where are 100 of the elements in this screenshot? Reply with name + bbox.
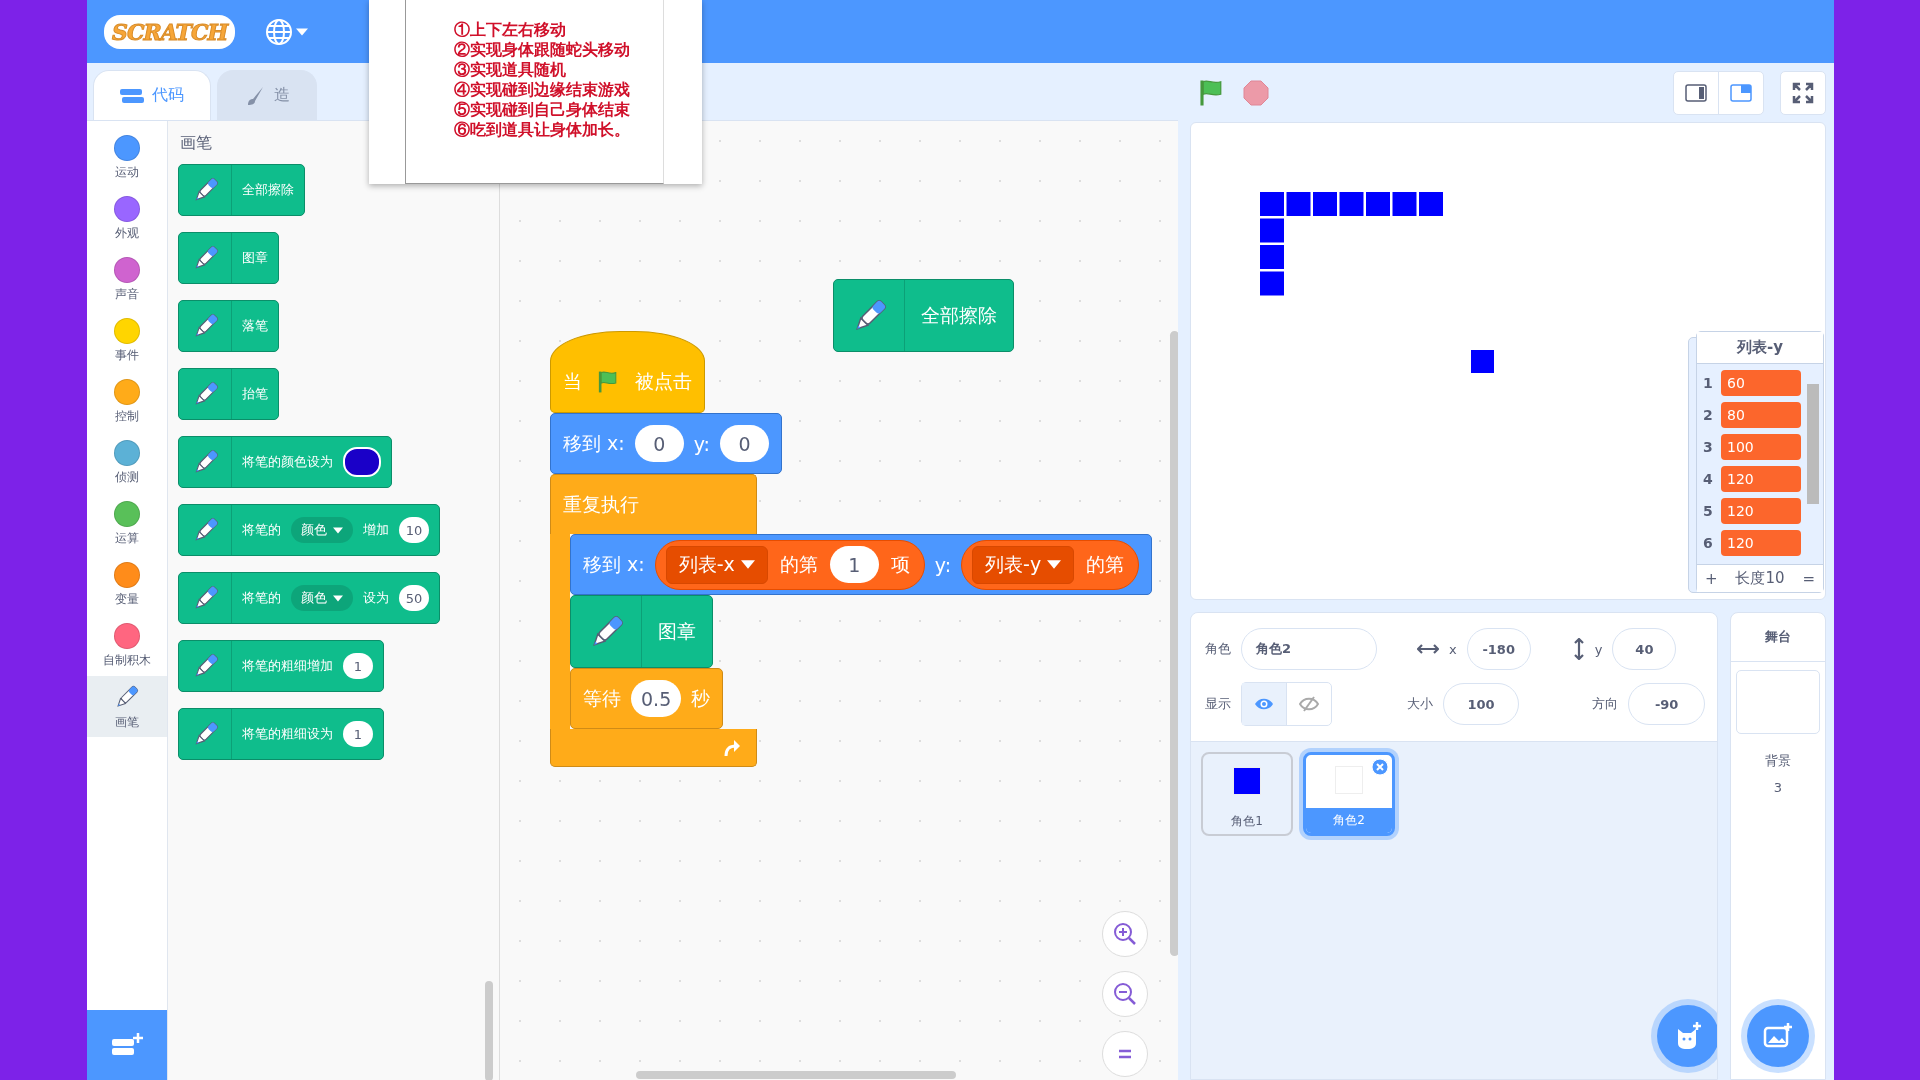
add-item-button[interactable]: + [1705,569,1718,588]
block-text: 将笔的颜色设为 [242,453,333,471]
block-text: y: [934,553,952,576]
scrollbar[interactable] [636,1071,956,1079]
number-input[interactable]: 50 [399,585,429,611]
dropdown[interactable]: 列表-y [972,545,1075,584]
block-text: 移到 x: [583,551,645,577]
category-item[interactable]: 运动 [87,127,167,188]
number-input[interactable]: 0 [634,425,684,462]
wait-block[interactable]: 等待 0.5 秒 [570,668,724,729]
category-item[interactable]: 自制积木 [87,615,167,676]
fullscreen-icon [1792,81,1814,104]
category-item[interactable]: 运算 [87,493,167,554]
number-input[interactable]: 1 [343,721,373,747]
caret-icon [333,526,343,534]
list-index: 5 [1703,503,1713,519]
sprite-label: 角色 [1205,640,1231,658]
stage-title: 舞台 [1731,613,1825,662]
category-item[interactable]: 画笔 [87,676,167,737]
forever-block[interactable]: 重复执行 移到 x: 列表-x 的第 1 项 y: 列表-y 的第 图章 等待 0.5 秒 [550,474,1153,767]
horizontal-arrow-icon [1417,643,1439,655]
list-title: 列表-y [1697,332,1823,364]
backdrop-count: 3 [1773,780,1783,795]
delete-icon[interactable] [1371,758,1389,776]
category-item[interactable]: 变量 [87,554,167,615]
block-text: 被点击 [635,369,692,394]
zoom-in-button[interactable] [1102,911,1148,957]
block-text: 增加 [363,521,389,539]
category-label: 事件 [115,346,139,364]
backdrop-thumbnail[interactable] [1736,670,1820,734]
caret-icon [1047,560,1062,569]
list-item-reporter[interactable]: 列表-x 的第 1 项 [654,539,925,590]
block-text: 移到 x: [563,430,625,456]
category-label: 侦测 [115,468,139,486]
category-item[interactable]: 外观 [87,188,167,249]
x-label: x [1449,641,1457,657]
scrollbar[interactable] [485,981,493,1080]
list-length: 长度10 [1735,569,1785,588]
note-line: ④实现碰到边缘结束游戏 [454,80,630,100]
note-line: ②实现身体跟随蛇头移动 [454,40,630,60]
block-text: 等待 [583,685,621,711]
food-square [1471,350,1494,373]
dropdown[interactable]: 列表-x [665,545,768,584]
category-item[interactable]: 声音 [87,249,167,310]
color-swatch[interactable] [343,447,381,477]
category-label: 运动 [115,163,139,181]
category-label: 控制 [115,407,139,425]
sprite-tile[interactable]: 角色1 [1201,752,1293,836]
category-label: 自制积木 [103,651,151,669]
list-item-reporter[interactable]: 列表-y 的第 [961,539,1140,590]
stop-button[interactable] [1243,79,1269,106]
category-label: 画笔 [115,713,139,731]
scrollbar[interactable] [1807,384,1819,504]
block-text: 的第 [1086,551,1125,577]
scrollbar[interactable] [1170,331,1178,956]
choose-backdrop-button[interactable] [1747,1005,1809,1067]
caret-icon [296,27,309,36]
block-text: 设为 [363,589,389,607]
block-text: 全部擦除 [921,302,997,328]
add-extension-button[interactable] [87,1010,167,1080]
pen-block[interactable]: 将笔的粗细设为 1 [178,708,384,760]
zoom-out-button[interactable] [1102,971,1148,1017]
category-label: 外观 [115,224,139,242]
block-text: 抬笔 [242,385,268,403]
show-button[interactable] [1242,683,1286,725]
category-item[interactable]: 事件 [87,310,167,371]
reset-zoom-button[interactable] [1102,1031,1148,1077]
list-index: 4 [1703,471,1713,487]
pen-block[interactable]: 将笔的 颜色 设为 50 [178,572,440,624]
number-input[interactable]: 10 [399,517,429,543]
block-text: 图章 [242,249,268,267]
category-item[interactable]: 控制 [87,371,167,432]
resize-handle[interactable]: = [1802,569,1815,588]
block-text: 将笔的 [242,521,281,539]
small-stage-icon [1685,83,1707,102]
direction-label: 方向 [1592,695,1619,713]
category-item[interactable]: 侦测 [87,432,167,493]
pen-block[interactable]: 将笔的 颜色 增加 10 [178,504,440,556]
go-to-block[interactable]: 移到 x: 列表-x 的第 1 项 y: 列表-y 的第 [570,534,1153,595]
block-text: 图章 [658,618,696,644]
choose-sprite-button[interactable] [1657,1005,1717,1067]
hidden-eye-icon [1299,696,1319,712]
pen-block[interactable]: 将笔的粗细增加 1 [178,640,384,692]
sprite-name: 角色2 [1306,808,1392,833]
caret-icon [740,560,755,569]
list-index: 2 [1703,407,1713,423]
go-to-block[interactable]: 移到 x: 0 y: 0 [550,413,782,474]
number-input[interactable]: 1 [829,546,879,583]
number-input[interactable]: 1 [343,653,373,679]
palette-heading: 画笔 [180,133,212,154]
block-text: y: [693,432,710,455]
note-line: ⑥吃到道具让身体加长。 [454,120,630,140]
block-text: 全部擦除 [242,181,294,199]
language-menu[interactable] [265,17,309,46]
block-text: 项 [890,551,910,577]
block-text: 当 [563,369,582,394]
code-icon [120,86,144,105]
number-input[interactable]: 0 [719,425,769,462]
number-input[interactable]: 0.5 [631,680,682,717]
backdrop-label: 背景 [1765,752,1791,770]
